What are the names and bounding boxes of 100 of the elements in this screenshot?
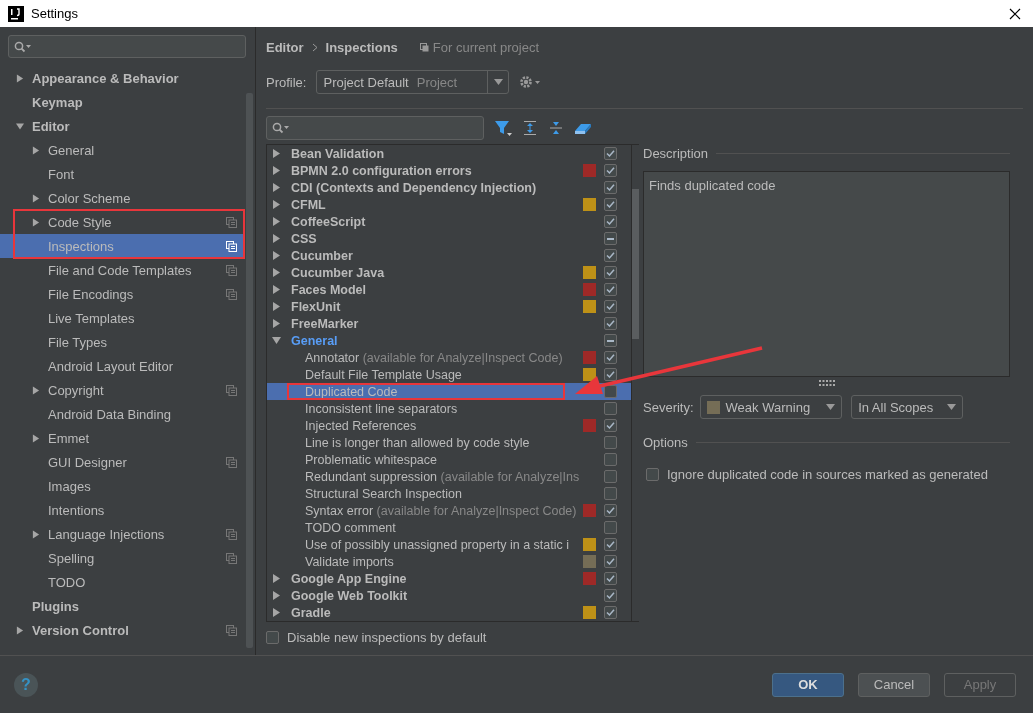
checkbox[interactable] (604, 470, 617, 483)
inspection-row[interactable]: CSS (267, 230, 631, 247)
sidebar-item[interactable]: File Encodings (0, 282, 245, 306)
inspection-row[interactable]: CDI (Contexts and Dependency Injection) (267, 179, 631, 196)
search-field[interactable] (266, 116, 484, 140)
sidebar-item[interactable]: Version Control (0, 618, 245, 642)
inspection-row[interactable]: Google Web Toolkit (267, 587, 631, 604)
inspection-row[interactable]: Cucumber Java (267, 264, 631, 281)
inspection-row[interactable]: Inconsistent line separators (267, 400, 631, 417)
dialog-button[interactable]: Cancel (858, 672, 930, 697)
sidebar-item[interactable]: Editor (0, 114, 245, 138)
expand-arrow-icon[interactable] (272, 183, 281, 192)
scope-dropdown[interactable]: In All Scopes (851, 395, 964, 419)
inspection-row[interactable]: CFML (267, 196, 631, 213)
inspection-row[interactable]: Validate imports (267, 553, 631, 570)
inspection-row[interactable]: Structural Search Inspection (267, 485, 631, 502)
sidebar-item[interactable]: Copyright (0, 378, 245, 402)
checkbox[interactable] (604, 317, 617, 330)
sidebar-item[interactable]: Font (0, 162, 245, 186)
inspection-row[interactable]: Problematic whitespace (267, 451, 631, 468)
sidebar-item[interactable]: File Types (0, 330, 245, 354)
close-icon[interactable] (1009, 7, 1021, 20)
scrollbar[interactable] (246, 93, 253, 648)
inspection-row[interactable]: General (267, 332, 631, 349)
scrollbar[interactable] (631, 145, 639, 621)
expand-arrow-icon[interactable] (272, 608, 281, 617)
checkbox[interactable] (604, 589, 617, 602)
expand-arrow-icon[interactable] (272, 319, 281, 328)
resize-handle-icon[interactable] (818, 380, 835, 386)
checkbox[interactable] (604, 283, 617, 296)
expand-arrow-icon[interactable] (16, 625, 24, 635)
sidebar-item[interactable]: GUI Designer (0, 450, 245, 474)
checkbox[interactable] (604, 436, 617, 449)
profile-dropdown[interactable]: Project Default Project (316, 70, 510, 94)
sidebar-item[interactable]: Live Templates (0, 306, 245, 330)
expand-arrow-icon[interactable] (272, 574, 281, 583)
sidebar-item[interactable]: Language Injections (0, 522, 245, 546)
checkbox[interactable] (604, 215, 617, 228)
sidebar-item[interactable]: Color Scheme (0, 186, 245, 210)
checkbox[interactable] (604, 555, 617, 568)
checkbox[interactable] (604, 453, 617, 466)
checkbox[interactable] (604, 147, 617, 160)
ok-button[interactable]: OK (772, 672, 844, 697)
checkbox[interactable] (604, 181, 617, 194)
checkbox[interactable] (604, 521, 617, 534)
inspection-row[interactable]: Line is longer than allowed by code style (267, 434, 631, 451)
inspection-row[interactable]: TODO comment (267, 519, 631, 536)
checkbox[interactable] (604, 385, 617, 398)
inspection-row[interactable]: Injected References (267, 417, 631, 434)
expand-arrow-icon[interactable] (32, 385, 40, 395)
sidebar-item[interactable]: Code Style (0, 210, 245, 234)
expand-arrow-icon[interactable] (32, 433, 40, 443)
expand-arrow-icon[interactable] (272, 302, 281, 311)
expand-arrow-icon[interactable] (272, 200, 281, 209)
expand-arrow-icon[interactable] (32, 193, 40, 203)
inspection-row[interactable]: FreeMarker (267, 315, 631, 332)
inspection-row[interactable]: CoffeeScript (267, 213, 631, 230)
collapse-arrow-icon[interactable] (272, 336, 281, 345)
sidebar-item[interactable]: Appearance & Behavior (0, 66, 245, 90)
sidebar-item[interactable]: Emmet (0, 426, 245, 450)
checkbox[interactable] (604, 487, 617, 500)
inspection-row[interactable]: Annotator (available for Analyze|Inspect Code) (267, 349, 631, 366)
settings-icon[interactable] (519, 75, 542, 89)
expand-arrow-icon[interactable] (272, 149, 281, 158)
checkbox[interactable] (604, 368, 617, 381)
sidebar-item[interactable]: General (0, 138, 245, 162)
inspection-row[interactable]: Default File Template Usage (267, 366, 631, 383)
checkbox[interactable] (604, 504, 617, 517)
inspection-row[interactable]: Cucumber (267, 247, 631, 264)
inspection-row[interactable]: Bean Validation (267, 145, 631, 162)
checkbox[interactable] (604, 572, 617, 585)
search-field[interactable] (8, 35, 246, 58)
checkbox[interactable] (646, 468, 659, 481)
inspection-row[interactable]: Syntax error (available for Analyze|Inspect Code) (267, 502, 631, 519)
expand-arrow-icon[interactable] (272, 251, 281, 260)
expand-arrow-icon[interactable] (16, 73, 24, 83)
expand-all-icon[interactable] (522, 120, 538, 136)
checkbox[interactable] (604, 606, 617, 619)
checkbox[interactable] (266, 630, 279, 644)
checkbox[interactable] (604, 538, 617, 551)
expand-arrow-icon[interactable] (32, 145, 40, 155)
checkbox[interactable] (604, 402, 617, 415)
sidebar-item[interactable]: TODO (0, 570, 245, 594)
expand-arrow-icon[interactable] (272, 234, 281, 243)
expand-arrow-icon[interactable] (272, 285, 281, 294)
checkbox[interactable] (604, 266, 617, 279)
severity-dropdown[interactable]: Weak Warning (699, 395, 843, 419)
sidebar-item[interactable]: Plugins (0, 594, 245, 618)
checkbox[interactable] (604, 419, 617, 432)
inspection-row[interactable]: FlexUnit (267, 298, 631, 315)
inspection-row[interactable]: Use of possibly unassigned property in a static i (267, 536, 631, 553)
expand-arrow-icon[interactable] (272, 268, 281, 277)
checkbox[interactable] (604, 300, 617, 313)
sidebar-item[interactable]: Images (0, 474, 245, 498)
checkbox[interactable] (604, 232, 617, 245)
checkbox[interactable] (604, 164, 617, 177)
inspection-row[interactable]: BPMN 2.0 configuration errors (267, 162, 631, 179)
filter-icon[interactable] (494, 120, 512, 136)
expand-arrow-icon[interactable] (32, 529, 40, 539)
expand-arrow-icon[interactable] (32, 217, 40, 227)
